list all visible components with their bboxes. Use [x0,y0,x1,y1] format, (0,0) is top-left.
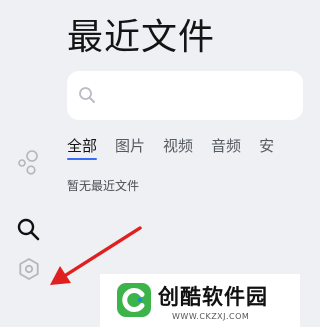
tab-videos[interactable]: 视频 [163,136,193,156]
search-box[interactable] [67,71,303,120]
settings-icon[interactable] [14,254,44,284]
tab-next-truncated[interactable]: 安 [259,136,274,156]
bubbles-icon[interactable] [14,148,44,178]
tab-all[interactable]: 全部 [67,136,98,160]
tab-audio[interactable]: 音频 [211,136,241,156]
search-icon[interactable] [14,215,44,245]
tab-images[interactable]: 图片 [115,136,145,156]
page-title: 最近文件 [67,17,216,58]
watermark: 创酷软件园 WWW.CKZXJ.COM [100,274,300,327]
search-input[interactable] [103,81,287,111]
empty-state-text: 暂无最近文件 [67,179,140,193]
watermark-name: 创酷软件园 [158,285,268,309]
sidebar [0,0,58,327]
filter-tabs: 全部 图片 视频 音频安 [67,136,307,166]
watermark-url: WWW.CKZXJ.COM [172,312,250,321]
watermark-logo-icon [116,282,152,318]
search-icon [77,85,97,105]
